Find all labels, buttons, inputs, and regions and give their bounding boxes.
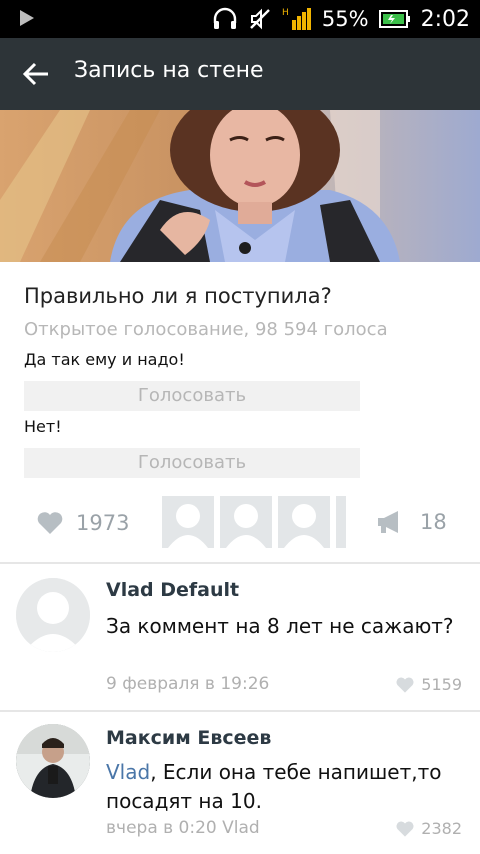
share-button[interactable]: 18	[376, 510, 447, 534]
like-button[interactable]: 1973	[36, 510, 129, 536]
headphones-icon	[212, 7, 238, 31]
poll-meta: Открытое голосование, 98 594 голоса	[24, 319, 388, 340]
mute-icon	[248, 7, 272, 31]
avatar	[220, 496, 272, 548]
comment-like-count: 2382	[421, 819, 462, 838]
mention-link[interactable]: Vlad	[106, 760, 150, 784]
comment-like-button[interactable]: 2382	[395, 819, 462, 838]
battery-percent: 55%	[321, 7, 369, 31]
clock: 2:02	[420, 6, 470, 32]
comment-text: За коммент на 8 лет не сажают?	[106, 614, 454, 638]
avatar	[336, 496, 346, 548]
heart-icon	[396, 821, 414, 837]
poll-option-label: Да так ему и надо!	[24, 350, 185, 369]
comment-like-button[interactable]: 5159	[395, 675, 462, 694]
share-count: 18	[420, 510, 447, 534]
comment-time: вчера в 0:20 Vlad	[106, 818, 260, 838]
liker-avatars[interactable]	[162, 496, 346, 548]
comment-text: Vlad, Если она тебе напишет,то посадят н…	[106, 758, 466, 816]
comment-author[interactable]: Vlad Default	[106, 579, 239, 601]
heart-icon	[396, 677, 414, 693]
play-icon	[20, 10, 34, 26]
comment-like-count: 5159	[421, 675, 462, 694]
vote-button[interactable]: Голосовать	[24, 448, 360, 478]
avatar[interactable]	[16, 724, 90, 798]
app-bar: Запись на стене	[0, 38, 480, 110]
avatar	[278, 496, 330, 548]
comment[interactable]: Максим Евсеев Vlad, Если она тебе напише…	[0, 712, 480, 854]
svg-text:H: H	[282, 8, 289, 18]
comment-time: 9 февраля в 19:26	[106, 674, 270, 694]
post-actions: 1973 18	[0, 496, 480, 554]
comment-author[interactable]: Максим Евсеев	[106, 727, 271, 749]
page-title: Запись на стене	[74, 58, 264, 83]
post-image[interactable]	[0, 110, 480, 262]
poll-question: Правильно ли я поступила?	[24, 284, 332, 308]
vote-button[interactable]: Голосовать	[24, 381, 360, 411]
battery-icon	[378, 9, 411, 29]
signal-icon: H	[282, 6, 312, 32]
status-bar: H 55% 2:02	[0, 0, 480, 38]
heart-icon	[37, 512, 63, 534]
avatar	[162, 496, 214, 548]
poll-option-label: Нет!	[24, 417, 62, 436]
back-arrow-icon[interactable]	[22, 60, 50, 88]
comment[interactable]: Vlad Default За коммент на 8 лет не сажа…	[0, 564, 480, 710]
like-count: 1973	[76, 511, 130, 535]
megaphone-icon	[378, 511, 398, 533]
avatar[interactable]	[16, 578, 90, 652]
comment-text-body: , Если она тебе напишет,то посадят на 10…	[106, 760, 442, 813]
